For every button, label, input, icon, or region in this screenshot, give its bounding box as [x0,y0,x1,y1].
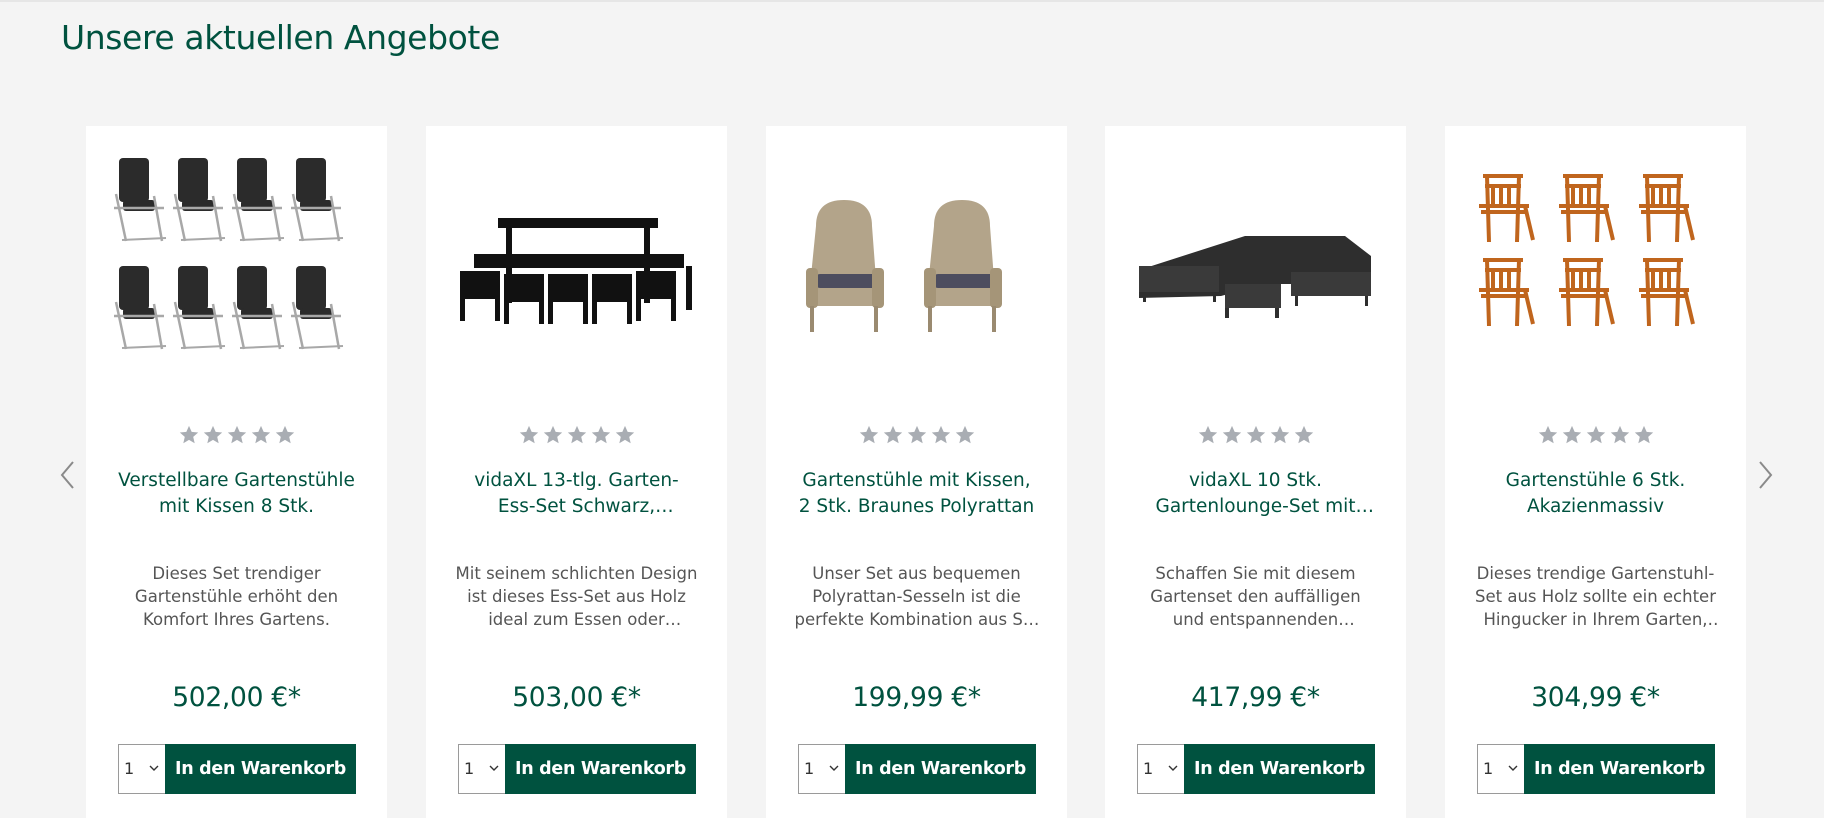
star-icon [955,425,974,444]
star-icon [227,425,246,444]
quantity-select[interactable]: 1 [1477,744,1524,794]
product-image[interactable] [1465,156,1726,376]
star-rating [1445,424,1746,450]
reclining-chairs-image [112,156,345,351]
star-icon [1610,425,1629,444]
star-icon [543,425,562,444]
chevron-down-icon [829,765,839,771]
star-icon [1634,425,1653,444]
product-description: Mit seinem schlichten Design ist dieses … [455,564,698,629]
product-image[interactable] [786,156,1047,376]
product-description: Dieses trendige Gartenstuhl-Set aus Holz… [1475,564,1716,629]
star-icon [907,425,926,444]
top-divider [0,0,1824,2]
chevron-right-icon [1759,461,1773,489]
chevron-down-icon [1168,765,1178,771]
product-title[interactable]: vidaXL 13-tlg. Garten-Ess-Set Schwarz, M… [456,468,697,520]
star-icon [859,425,878,444]
product-description: Unser Set aus bequemen Polyrattan-Sessel… [794,564,1039,629]
product-price: 304,99 €* [1531,682,1660,713]
add-to-cart-button[interactable]: In den Warenkorb [845,744,1036,794]
buy-row: 1 In den Warenkorb [1137,744,1375,794]
star-rating [426,424,727,450]
product-card: Gartenstühle mit Kissen, 2 Stk. Braunes … [766,126,1067,818]
star-rating [86,424,387,450]
quantity-select[interactable]: 1 [1137,744,1184,794]
buy-row: 1 In den Warenkorb [458,744,696,794]
star-icon [1562,425,1581,444]
product-card: Gartenstühle 6 Stk. Akazienmassiv Dieses… [1445,126,1746,818]
acacia-chairs-image [1477,174,1695,328]
star-icon [1586,425,1605,444]
product-price: 199,99 €* [852,682,981,713]
quantity-value: 1 [464,759,475,778]
star-icon [883,425,902,444]
quantity-select[interactable]: 1 [118,744,165,794]
quantity-select[interactable]: 1 [798,744,845,794]
quantity-value: 1 [1483,759,1494,778]
chevron-down-icon [489,765,499,771]
product-description: Dieses Set trendiger Gartenstühle erhöht… [134,564,339,629]
chevron-left-icon [60,461,74,489]
product-card: vidaXL 10 Stk. Gartenlounge-Set mit Aufl… [1105,126,1406,818]
add-to-cart-button[interactable]: In den Warenkorb [165,744,356,794]
star-icon [1538,425,1557,444]
star-icon [615,425,634,444]
star-icon [1270,425,1289,444]
buy-row: 1 In den Warenkorb [118,744,356,794]
product-price: 502,00 €* [172,682,301,713]
star-icon [1198,425,1217,444]
product-price: 503,00 €* [512,682,641,713]
star-icon [1222,425,1241,444]
quantity-value: 1 [124,759,135,778]
star-rating [766,424,1067,450]
product-price: 417,99 €* [1191,682,1320,713]
quantity-value: 1 [804,759,815,778]
carousel-next-button[interactable] [1751,458,1779,492]
add-to-cart-button[interactable]: In den Warenkorb [505,744,696,794]
wicker-chairs-image [806,200,1002,332]
lounge-set-image [1139,236,1371,318]
star-icon [519,425,538,444]
product-title[interactable]: Gartenstühle mit Kissen, 2 Stk. Braunes … [796,468,1037,520]
product-card: vidaXL 13-tlg. Garten-Ess-Set Schwarz, M… [426,126,727,818]
buy-row: 1 In den Warenkorb [1477,744,1715,794]
star-icon [179,425,198,444]
product-image[interactable] [106,156,367,376]
star-icon [591,425,610,444]
carousel-prev-button[interactable] [54,458,82,492]
quantity-select[interactable]: 1 [458,744,505,794]
product-title[interactable]: Gartenstühle 6 Stk. Akazienmassiv [1475,468,1716,520]
star-icon [275,425,294,444]
star-icon [203,425,222,444]
product-title[interactable]: vidaXL 10 Stk. Gartenlounge-Set mit Aufl… [1135,468,1376,520]
star-icon [1294,425,1313,444]
quantity-value: 1 [1143,759,1154,778]
product-description: Schaffen Sie mit diesem Gartenset den au… [1150,564,1361,629]
dining-set-image [460,218,692,324]
product-image[interactable] [446,156,707,376]
add-to-cart-button[interactable]: In den Warenkorb [1184,744,1375,794]
star-rating [1105,424,1406,450]
star-icon [567,425,586,444]
chevron-down-icon [1508,765,1518,771]
product-title[interactable]: Verstellbare Gartenstühle mit Kissen 8 S… [116,468,357,520]
buy-row: 1 In den Warenkorb [798,744,1036,794]
product-card: Verstellbare Gartenstühle mit Kissen 8 S… [86,126,387,818]
product-image[interactable] [1125,156,1386,376]
star-icon [1246,425,1265,444]
add-to-cart-button[interactable]: In den Warenkorb [1524,744,1715,794]
section-title: Unsere aktuellen Angebote [61,18,500,57]
star-icon [251,425,270,444]
chevron-down-icon [149,765,159,771]
star-icon [931,425,950,444]
